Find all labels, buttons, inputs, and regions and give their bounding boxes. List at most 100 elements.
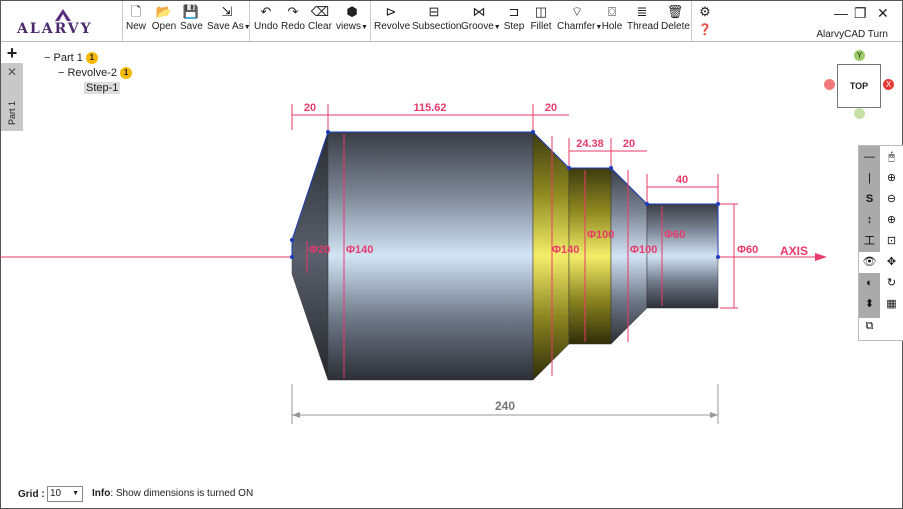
operations-group: ⊳ Revolve ⊟ Subsection ⋈ Groove▼ ⊐ Step ◫ Fil…: [370, 1, 691, 41]
fillet-icon: ◫: [534, 4, 548, 19]
mouse-icon[interactable]: 🖱: [881, 147, 902, 168]
neg-x-axis-handle[interactable]: [824, 79, 835, 90]
trash-icon: 🗑: [666, 4, 684, 19]
fillet-button[interactable]: ◫ Fillet: [529, 3, 553, 39]
rotate-icon[interactable]: ↻: [881, 273, 902, 294]
undo-button[interactable]: ↶ Undo: [254, 3, 278, 39]
zoom-out-icon[interactable]: ⊖: [881, 189, 902, 210]
x-axis-handle[interactable]: X: [883, 79, 894, 90]
app-title: AlarvyCAD Turn: [816, 29, 888, 40]
groove-button[interactable]: ⋈ Groove▼: [461, 3, 501, 39]
chamfer-icon: ⌔: [570, 4, 584, 19]
revolve-button[interactable]: ⊳ Revolve: [374, 3, 410, 39]
layers-icon[interactable]: ⧉: [859, 316, 880, 337]
grid-size-select[interactable]: 10 ▼: [47, 486, 83, 502]
close-icon: ✕: [877, 5, 889, 21]
axis-arrow: [815, 253, 827, 261]
dim-label[interactable]: 40: [676, 174, 688, 186]
dia-label[interactable]: Φ100: [630, 244, 657, 256]
delete-button[interactable]: 🗑 Delete: [661, 3, 690, 39]
eraser-icon: ⌫: [310, 4, 330, 19]
revolve-icon: ⊳: [385, 4, 397, 19]
dia-label[interactable]: Φ60: [664, 229, 685, 241]
open-button[interactable]: 📂 Open: [151, 3, 177, 39]
axis-label: AXIS: [780, 244, 808, 258]
new-button[interactable]: 🗋 New: [125, 3, 147, 39]
dim-label[interactable]: 115.62: [413, 102, 446, 114]
step-segment-highlighted[interactable]: [568, 167, 612, 345]
vertical-arrows-tool[interactable]: ↕: [859, 210, 880, 231]
chevron-down-icon: ▼: [493, 24, 501, 31]
restore-button[interactable]: ❐: [854, 5, 867, 22]
body-segment[interactable]: [327, 131, 534, 381]
overall-length-label[interactable]: 240: [495, 399, 515, 413]
restore-icon: ❐: [854, 5, 867, 21]
minimize-button[interactable]: —: [834, 5, 848, 21]
horizontal-line-tool[interactable]: —: [859, 147, 880, 168]
help-button[interactable]: ❓: [696, 23, 714, 37]
dia-label[interactable]: Φ60: [737, 244, 758, 256]
neg-y-axis-handle[interactable]: [854, 108, 865, 119]
subsection-icon: ⊟: [428, 4, 440, 19]
undo-icon: ↶: [260, 4, 272, 19]
gear-icon: ⚙: [699, 4, 711, 19]
file-group: 🗋 New 📂 Open 💾 Save ⇲ Save As▼: [122, 1, 251, 41]
vertical-line-tool[interactable]: |: [859, 168, 880, 189]
drawing-canvas[interactable]: 20 115.62 20 24.38 20 40 Φ20 Φ140 Φ140 Φ…: [0, 42, 903, 482]
y-axis-handle[interactable]: Y: [854, 50, 865, 61]
dim-label[interactable]: 24.38: [576, 138, 604, 150]
dim-label[interactable]: 20: [545, 102, 557, 114]
thread-icon: ≣: [636, 4, 648, 19]
toolbar: ALARVY 🗋 New 📂 Open 💾 Save ⇲ Save As▼ ↶ Undo …: [1, 1, 902, 42]
dia-label[interactable]: Φ140: [346, 244, 373, 256]
groove-icon: ⋈: [472, 4, 486, 19]
contrast-icon[interactable]: ◐: [859, 273, 880, 294]
clear-button[interactable]: ⌫ Clear: [308, 3, 332, 39]
i-beam-tool[interactable]: 工: [859, 231, 880, 252]
logo-text: ALARVY: [17, 21, 93, 37]
step-icon: ⊐: [508, 4, 520, 19]
chamfer-button[interactable]: ⌔ Chamfer▼: [557, 3, 602, 39]
taper-segment-highlighted[interactable]: [532, 131, 570, 381]
settings-group: ⚙ ❓: [691, 1, 722, 41]
settings-button[interactable]: ⚙: [696, 5, 714, 19]
logo: ALARVY: [11, 5, 121, 39]
new-file-icon: 🗋: [130, 4, 142, 19]
dia-label[interactable]: Φ140: [552, 244, 579, 256]
dim-label[interactable]: 20: [623, 138, 635, 150]
chamfer-segment[interactable]: [291, 131, 329, 381]
view-cube[interactable]: TOP Y X: [822, 50, 902, 122]
close-button[interactable]: ✕: [877, 5, 889, 22]
eye-icon[interactable]: 👁: [859, 252, 880, 273]
dia-label[interactable]: Φ20: [309, 244, 330, 256]
zoom-fit-icon[interactable]: ⊡: [881, 231, 902, 252]
grid-icon[interactable]: ▦: [881, 294, 902, 315]
save-as-icon: ⇲: [221, 4, 233, 19]
save-as-button[interactable]: ⇲ Save As▼: [207, 3, 251, 39]
zoom-window-icon[interactable]: ⊕: [881, 210, 902, 231]
thread-button[interactable]: ≣ Thread: [627, 3, 659, 39]
end-segment[interactable]: [646, 203, 719, 309]
pan-icon[interactable]: ✥: [881, 252, 902, 273]
expand-vertical-icon[interactable]: ⬍: [859, 294, 880, 315]
save-button[interactable]: 💾 Save: [180, 3, 203, 39]
subsection-button[interactable]: ⊟ Subsection: [412, 3, 461, 39]
redo-button[interactable]: ↷ Redo: [281, 3, 305, 39]
dim-label[interactable]: 20: [304, 102, 316, 114]
view-cube-face[interactable]: TOP: [837, 64, 881, 108]
info-status: Info: Show dimensions is turned ON: [92, 488, 254, 499]
step-button[interactable]: ⊐ Step: [503, 3, 525, 39]
save-icon: 💾: [182, 4, 200, 19]
cube-icon: ⬢: [346, 4, 358, 19]
s-tool[interactable]: S: [859, 189, 880, 210]
edit-group: ↶ Undo ↷ Redo ⌫ Clear ⬢ views▼: [249, 1, 370, 41]
grid-label: Grid :: [18, 489, 45, 500]
view-tools-panel: — | S ↕ 工 👁 ◐ ⬍ ⧉ 🖱 ⊕ ⊖ ⊕ ⊡ ✥ ↻ ▦: [858, 145, 903, 341]
zoom-in-icon[interactable]: ⊕: [881, 168, 902, 189]
taper-segment[interactable]: [610, 167, 648, 345]
minimize-icon: —: [834, 5, 848, 21]
chevron-down-icon: ▼: [72, 490, 79, 497]
hole-button[interactable]: ⌼ Hole: [601, 3, 623, 39]
dia-label[interactable]: Φ100: [587, 229, 614, 241]
views-button[interactable]: ⬢ views▼: [336, 3, 368, 39]
